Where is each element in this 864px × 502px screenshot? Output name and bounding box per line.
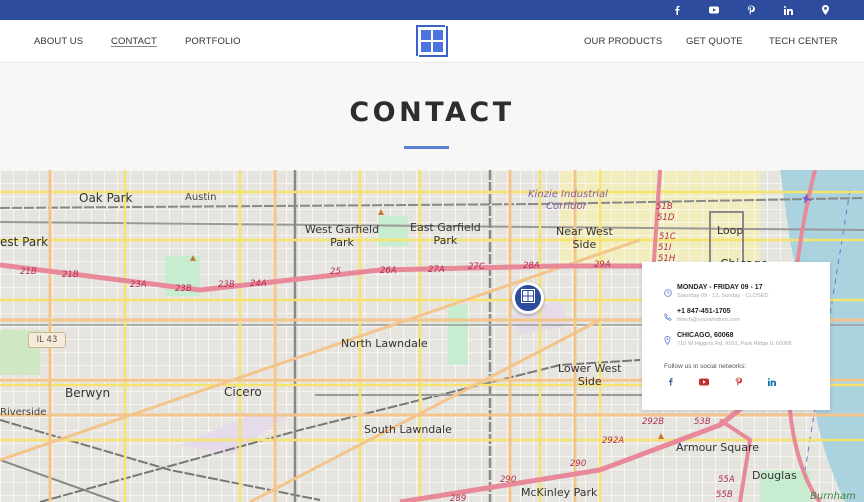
map-label-cicero: Cicero [224,385,262,399]
exit-label: 24A [250,279,267,289]
nav-tech-center[interactable]: TECH CENTER [769,20,838,63]
location-pin-icon [664,332,674,346]
map-label-riverside: Riverside [0,407,47,418]
card-youtube-link[interactable] [697,376,711,388]
exit-label: 23B [175,284,192,294]
location-pin-icon [821,5,829,15]
window-logo-icon [416,25,448,61]
card-facebook-link[interactable] [663,376,677,388]
exit-label: 290 [570,459,587,469]
youtube-link[interactable] [704,0,724,20]
clock-icon [664,284,674,297]
route-shield-il43: IL 43 [28,332,66,348]
exit-label: 21B [62,270,79,280]
facebook-link[interactable] [667,0,687,20]
map-label-lower-west-side: Lower West Side [558,362,622,388]
card-pinterest-link[interactable] [731,376,745,388]
linkedin-link[interactable] [778,0,798,20]
exit-label: 23A [130,280,147,290]
exit-label: 51I [658,243,672,253]
nav-get-quote[interactable]: GET QUOTE [686,20,743,63]
title-underline [404,146,449,149]
map-label-oak-park: Oak Park [79,191,133,205]
exit-label: 292B [642,417,665,427]
exit-label: 29A [594,260,611,270]
youtube-icon [699,373,709,391]
linkedin-icon [768,373,776,391]
phone-number[interactable]: +1 847-451-1705 [677,308,731,315]
exit-label: 51D [657,213,675,223]
map-label-north-lawndale: North Lawndale [341,337,428,350]
map-label-douglas: Douglas [752,469,797,482]
linkedin-icon [783,5,793,15]
exit-label: 25 [330,267,341,277]
pinterest-link[interactable] [741,0,761,20]
email-link[interactable]: hitech@yourwindoor.com [677,317,740,323]
exit-label: 289 [450,494,467,502]
exit-label: 55A [718,475,735,485]
pinterest-icon [735,373,742,391]
contact-info-card: MONDAY - FRIDAY 09 - 17 Saturday 09 - 13… [642,262,830,410]
window-logo-icon [521,288,535,308]
facebook-icon [674,5,680,15]
map-label-forest-park: est Park [0,235,49,249]
nav-our-products[interactable]: OUR PRODUCTS [584,20,662,63]
nav-contact[interactable]: CONTACT [111,20,157,63]
nav-portfolio[interactable]: PORTFOLIO [185,20,241,63]
map-label-loop: Loop [717,224,744,237]
top-social-bar [0,0,864,20]
map-label-kinzie-2: Corridor [546,201,587,212]
exit-label: 27C [468,262,485,272]
exit-label: 23B [218,280,235,290]
page-title: CONTACT [349,97,515,128]
phone-icon [664,308,674,321]
map-label-berwyn: Berwyn [65,386,111,400]
exit-label: 51C [659,232,676,242]
nav-about-us[interactable]: ABOUT US [34,20,83,63]
exit-label: 292A [602,436,625,446]
city-zip: CHICAGO, 60068 [677,332,734,339]
card-linkedin-link[interactable] [765,376,779,388]
map-label-south-lawndale: South Lawndale [364,423,452,436]
map-label-west-garfield: West Garfield Park [305,223,380,249]
youtube-icon [709,6,719,14]
map-label-mckinley-park: McKinley Park [521,486,598,499]
facebook-icon [668,373,673,391]
map-label-near-west-side: Near West Side [556,225,613,251]
exit-label: 21B [20,267,37,277]
map-label-kinzie: Kinzie Industrial [528,189,608,200]
exit-label: 55B [716,490,733,500]
exit-label: 27A [428,265,445,275]
exit-label: 28A [523,261,540,271]
page-header: CONTACT [0,63,864,170]
home-logo-link[interactable] [416,25,448,57]
exit-label: 51B [656,202,673,212]
street-address: 710 W Higgins Rd, #101, Park Ridge IL 60… [677,341,792,347]
map-label-burnham: Burnham [810,491,856,502]
location-link[interactable] [815,0,835,20]
map-label-armour-square: Armour Square [676,441,760,454]
exit-label: 26A [380,266,397,276]
pinterest-icon [747,5,755,15]
hours-weekend: Saturday 09 - 13, Sunday - CLOSED [677,293,769,299]
map-label-austin: Austin [185,192,217,203]
map-label-east-garfield: East Garfield Park [410,221,481,247]
exit-label: 290 [500,475,517,485]
hours-title: MONDAY - FRIDAY 09 - 17 [677,284,763,291]
location-marker[interactable] [512,282,544,314]
follow-label: Follow us in social networks: [664,363,747,370]
exit-label: 53B [694,417,711,427]
